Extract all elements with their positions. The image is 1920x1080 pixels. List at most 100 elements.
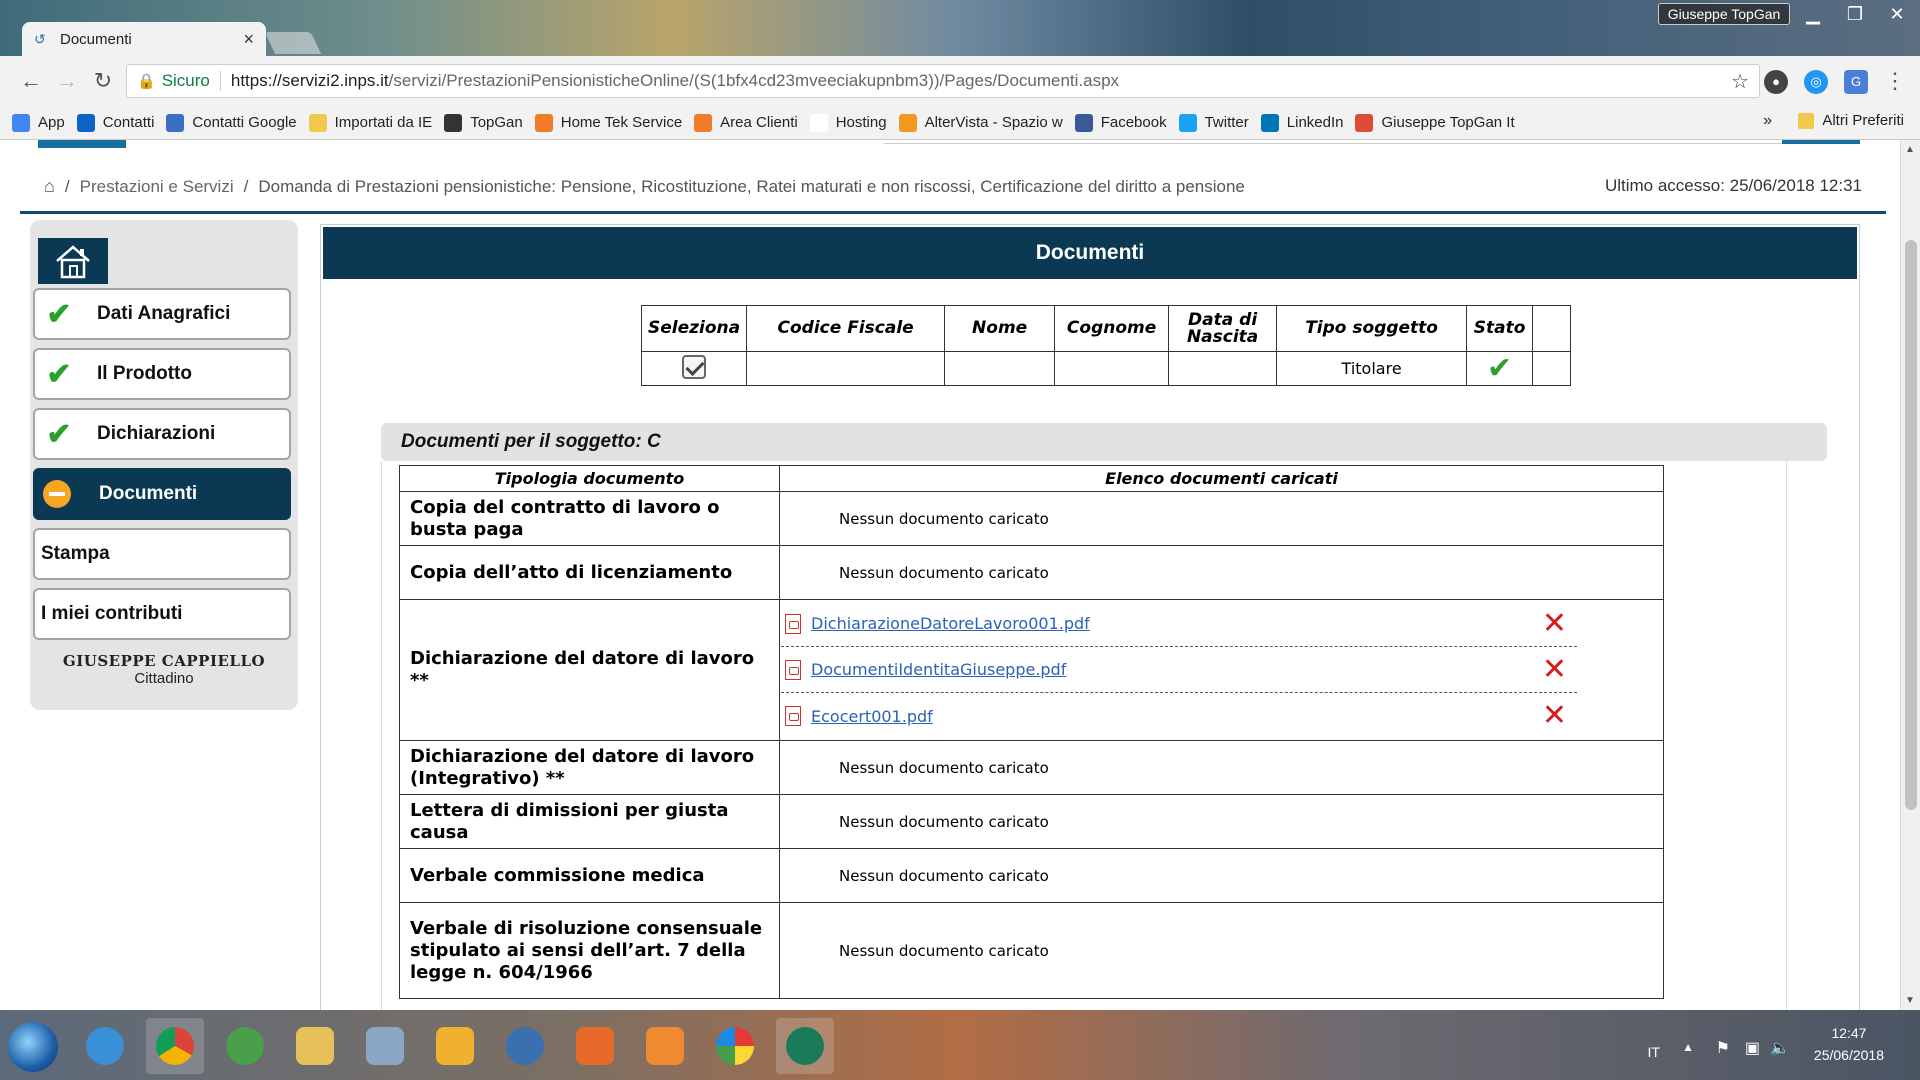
- url-path: /servizi/PrestazioniPensionisticheOnline…: [388, 71, 1120, 90]
- select-cell: [640, 351, 748, 386]
- home-icon[interactable]: ⌂: [44, 176, 55, 197]
- menu-kebab-icon[interactable]: ⋮: [1880, 66, 1910, 96]
- start-button[interactable]: [8, 1022, 58, 1072]
- thunderbird-icon[interactable]: [496, 1018, 554, 1074]
- address-bar[interactable]: 🔒 Sicuro https://servizi2.inps.it/serviz…: [126, 64, 1760, 98]
- delete-file-icon[interactable]: ✕: [1542, 701, 1567, 731]
- bookmark-item[interactable]: TopGan: [444, 113, 523, 132]
- bookmark-item[interactable]: Importati da IE: [308, 113, 432, 132]
- bookmark-favicon-icon: [1074, 113, 1093, 132]
- bookmark-favicon-icon: [308, 113, 327, 132]
- minimize-icon[interactable]: ▁: [1792, 0, 1834, 30]
- bookmark-item[interactable]: AlterVista - Spazio w: [898, 113, 1063, 132]
- no-document-label: Nessun documento caricato: [839, 941, 1049, 960]
- bookmark-item[interactable]: Giuseppe TopGan It: [1355, 113, 1515, 132]
- file-link[interactable]: Ecocert001.pdf: [811, 707, 933, 726]
- bookmark-item[interactable]: LinkedIn: [1260, 113, 1343, 132]
- lock-icon: 🔒: [137, 73, 156, 90]
- scroll-up-icon[interactable]: ▲: [1905, 144, 1915, 155]
- sidebar-item-label: Documenti: [99, 483, 198, 504]
- bookmarks-more-icon[interactable]: »: [1763, 112, 1772, 130]
- col-tipo-soggetto: Tipo soggetto: [1276, 305, 1468, 352]
- sidebar-item-dati-anagrafici[interactable]: ✔ Dati Anagrafici: [33, 288, 291, 340]
- bookmark-item[interactable]: Area Clienti: [694, 113, 798, 132]
- extension-icon[interactable]: ●: [1764, 70, 1788, 94]
- network-icon[interactable]: ▣: [1745, 1038, 1760, 1058]
- tray-expand-icon[interactable]: ▲: [1682, 1040, 1694, 1054]
- globe-app-icon[interactable]: [216, 1018, 274, 1074]
- delete-file-icon[interactable]: ✕: [1542, 608, 1567, 639]
- outlook-icon[interactable]: [426, 1018, 484, 1074]
- chrome-icon[interactable]: [146, 1018, 204, 1074]
- scroll-down-icon[interactable]: ▼: [1905, 995, 1915, 1006]
- volume-icon[interactable]: 🔈: [1770, 1038, 1790, 1058]
- other-bookmarks[interactable]: Altri Preferiti: [1798, 112, 1904, 129]
- flag-icon[interactable]: ⚑: [1716, 1038, 1730, 1058]
- codice-fiscale-cell: [746, 351, 946, 386]
- document-list-cell: Nessun documento caricato: [779, 848, 1664, 903]
- col-seleziona: Seleziona: [640, 305, 748, 352]
- sidebar: ✔ Dati Anagrafici ✔ Il Prodotto ✔ Dichia…: [30, 220, 298, 710]
- no-document-label: Nessun documento caricato: [839, 563, 1049, 582]
- url-host: https://servizi2.inps.it: [230, 71, 389, 90]
- sidebar-item-il-prodotto[interactable]: ✔ Il Prodotto: [33, 348, 291, 400]
- close-window-icon[interactable]: ✕: [1876, 0, 1918, 30]
- sidebar-item-label: Dichiarazioni: [97, 423, 216, 444]
- bookmark-item[interactable]: Home Tek Service: [534, 113, 682, 132]
- documents-table: Tipologia documento Elenco documenti car…: [399, 465, 1664, 999]
- bookmark-item[interactable]: Contatti Google: [166, 113, 297, 132]
- bookmark-item[interactable]: Contatti: [76, 113, 154, 132]
- extension-vpn-icon[interactable]: ◎: [1804, 70, 1828, 94]
- bookmark-favicon-icon: [12, 113, 30, 132]
- back-icon[interactable]: ←: [16, 66, 46, 96]
- browser-tab[interactable]: ↺ Documenti ×: [22, 22, 266, 56]
- page-scrollbar[interactable]: ▲ ▼: [1900, 140, 1920, 1010]
- profile-button[interactable]: Giuseppe TopGan: [1658, 3, 1790, 25]
- bookmark-item[interactable]: Facebook: [1074, 113, 1167, 132]
- translate-icon[interactable]: G: [1844, 70, 1868, 94]
- file-link[interactable]: DichiarazioneDatoreLavoro001.pdf: [811, 614, 1090, 633]
- check-icon: ✔: [1487, 350, 1513, 386]
- pdf-file-icon: [785, 613, 801, 634]
- sidebar-home-button[interactable]: [38, 238, 108, 284]
- file-link[interactable]: DocumentiIdentitaGiuseppe.pdf: [811, 660, 1066, 679]
- file-explorer-icon[interactable]: [286, 1018, 344, 1074]
- select-checkbox[interactable]: [682, 354, 707, 379]
- network-app-icon[interactable]: [356, 1018, 414, 1074]
- header-divider: [884, 140, 1860, 144]
- breadcrumb-divider: [20, 211, 1886, 214]
- sidebar-item-stampa[interactable]: Stampa: [33, 528, 291, 580]
- bookmark-item[interactable]: Twitter: [1178, 113, 1249, 132]
- bookmark-favicon-icon: [444, 113, 463, 132]
- sidebar-item-label: Dati Anagrafici: [97, 303, 231, 324]
- reload-icon[interactable]: ↻: [88, 66, 118, 96]
- breadcrumb-prestazioni[interactable]: Prestazioni e Servizi: [80, 177, 234, 197]
- bookmark-item[interactable]: Hosting: [809, 113, 887, 132]
- col-tipologia: Tipologia documento: [399, 465, 780, 492]
- secure-label: Sicuro: [162, 71, 221, 91]
- office-icon[interactable]: [566, 1018, 624, 1074]
- document-type: Copia dell’atto di licenziamento: [399, 545, 780, 600]
- maximize-icon[interactable]: ❐: [1834, 0, 1876, 30]
- scrollbar-thumb[interactable]: [1905, 240, 1917, 810]
- input-language[interactable]: IT: [1648, 1044, 1660, 1060]
- sidebar-item-dichiarazioni[interactable]: ✔ Dichiarazioni: [33, 408, 291, 460]
- clock[interactable]: 12:47 25/06/2018: [1814, 1022, 1884, 1066]
- close-tab-icon[interactable]: ×: [243, 29, 254, 50]
- col-cognome: Cognome: [1054, 305, 1170, 352]
- ie-icon[interactable]: [76, 1018, 134, 1074]
- clock-time: 12:47: [1831, 1025, 1867, 1041]
- sidebar-item-documenti[interactable]: Documenti: [33, 468, 291, 520]
- col-nome: Nome: [944, 305, 1056, 352]
- delete-file-icon[interactable]: ✕: [1542, 654, 1567, 685]
- bookmark-item[interactable]: App: [12, 113, 65, 132]
- new-tab-button[interactable]: [264, 32, 322, 54]
- documents-table-header: Tipologia documento Elenco documenti car…: [399, 465, 1664, 492]
- sidebar-user: GIUSEPPE CAPPIELLO Cittadino: [30, 652, 298, 687]
- security-app-icon[interactable]: [776, 1018, 834, 1074]
- color-app-icon[interactable]: [706, 1018, 764, 1074]
- bookmark-star-icon[interactable]: ☆: [1731, 69, 1749, 94]
- sidebar-item-i-miei-contributi[interactable]: I miei contributi: [33, 588, 291, 640]
- media-player-icon[interactable]: [636, 1018, 694, 1074]
- forward-icon[interactable]: →: [52, 66, 82, 96]
